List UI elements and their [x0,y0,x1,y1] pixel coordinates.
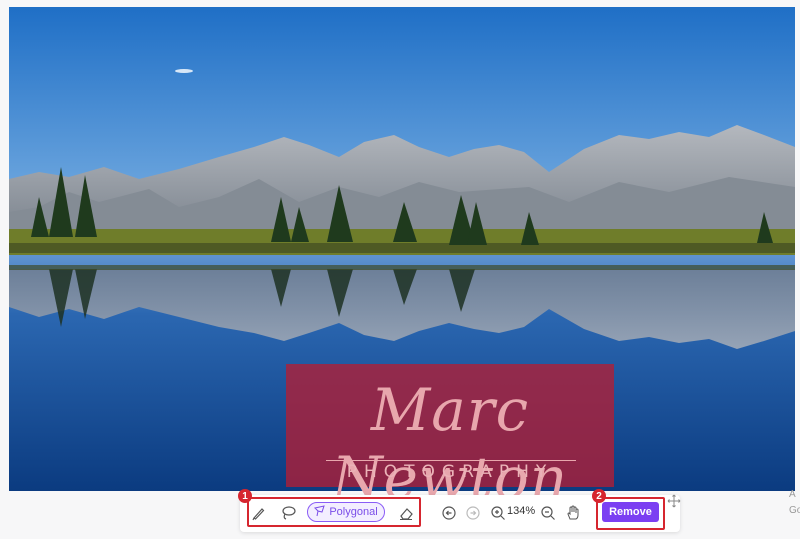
undo-icon[interactable] [438,502,460,524]
polygonal-button[interactable]: Polygonal [307,502,385,522]
hand-icon[interactable] [562,502,584,524]
zoom-in-icon[interactable] [487,502,509,524]
zoom-out-icon[interactable] [537,502,559,524]
watermark-overlay: Marc Newton PHOTOGRAPHY [286,364,614,512]
remove-button[interactable]: Remove [602,502,659,522]
zoom-level: 134% [507,505,536,517]
watermark-subtitle: PHOTOGRAPHY [346,462,554,482]
polygonal-label: Polygonal [329,506,378,518]
brush-icon[interactable] [248,502,270,524]
step-badge-2: 2 [592,489,606,503]
watermark-script-text: Marc Newton [331,376,569,512]
watermark-divider [326,460,576,461]
redo-icon[interactable] [462,502,484,524]
polygon-lasso-icon [314,504,326,520]
lasso-icon[interactable] [277,502,299,524]
eraser-icon[interactable] [395,502,417,524]
editor-stage: Marc Newton PHOTOGRAPHY 1 2 Polygonal 13… [0,0,800,539]
move-icon[interactable] [667,494,681,508]
step-badge-1: 1 [238,489,252,503]
side-panel-text-a: A [789,489,796,500]
side-panel-text-b: Go [789,505,800,516]
